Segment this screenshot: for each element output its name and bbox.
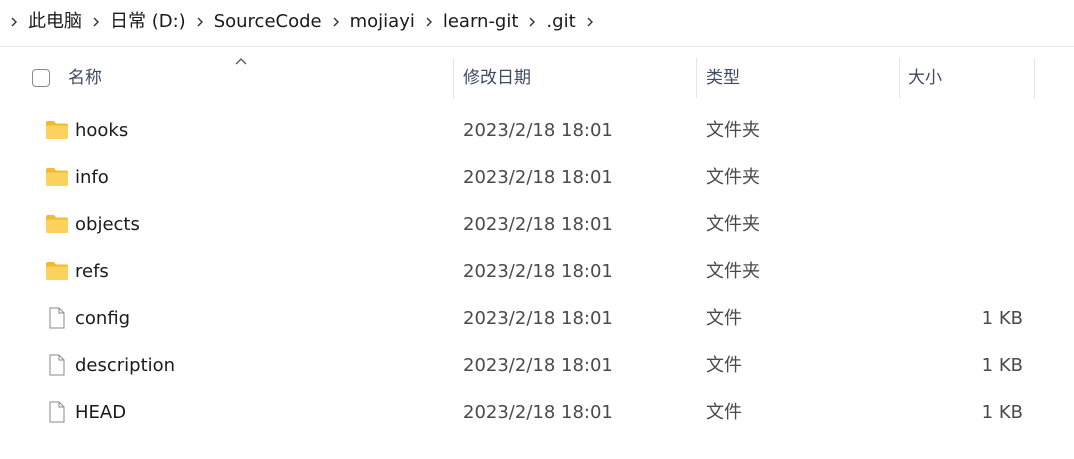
folder-icon xyxy=(46,262,68,280)
folder-icon xyxy=(46,168,68,186)
file-size: 1 KB xyxy=(981,308,1023,329)
file-type: 文件夹 xyxy=(706,261,760,282)
breadcrumb-item-this-pc[interactable]: 此电脑 xyxy=(26,0,84,44)
file-name: HEAD xyxy=(75,402,127,423)
file-date: 2023/2/18 18:01 xyxy=(463,402,613,423)
breadcrumb-item-mojiayi[interactable]: mojiayi xyxy=(348,0,417,44)
folder-icon xyxy=(46,121,68,139)
file-name: config xyxy=(75,308,131,329)
column-header-type[interactable]: 类型 xyxy=(706,56,740,100)
sort-ascending-icon xyxy=(235,58,247,65)
file-name: description xyxy=(75,355,176,376)
file-row[interactable]: hooks 2023/2/18 18:01 文件夹 xyxy=(0,107,1074,154)
folder-icon xyxy=(46,215,68,233)
file-size: 1 KB xyxy=(981,355,1023,376)
file-icon xyxy=(49,307,65,329)
file-row[interactable]: info 2023/2/18 18:01 文件夹 xyxy=(0,154,1074,201)
column-divider[interactable] xyxy=(453,58,454,98)
column-header-date[interactable]: 修改日期 xyxy=(463,56,531,100)
chevron-right-icon[interactable] xyxy=(194,0,206,44)
file-row[interactable]: description 2023/2/18 18:01 文件 1 KB xyxy=(0,342,1074,389)
breadcrumb-divider xyxy=(0,46,1074,47)
chevron-right-icon[interactable] xyxy=(8,0,20,44)
file-name: refs xyxy=(75,261,109,282)
file-type: 文件 xyxy=(706,402,742,423)
file-name: objects xyxy=(75,214,140,235)
column-divider[interactable] xyxy=(696,58,697,98)
column-divider[interactable] xyxy=(899,58,900,98)
file-name: hooks xyxy=(75,120,129,141)
file-row[interactable]: refs 2023/2/18 18:01 文件夹 xyxy=(0,248,1074,295)
chevron-right-icon[interactable] xyxy=(423,0,435,44)
column-header-size[interactable]: 大小 xyxy=(908,56,942,100)
file-row[interactable]: HEAD 2023/2/18 18:01 文件 1 KB xyxy=(0,389,1074,436)
breadcrumb-item-learn-git[interactable]: learn-git xyxy=(441,0,521,44)
column-header-name[interactable]: 名称 xyxy=(68,56,102,100)
breadcrumb-item-sourcecode[interactable]: SourceCode xyxy=(212,0,324,44)
file-type: 文件夹 xyxy=(706,167,760,188)
file-date: 2023/2/18 18:01 xyxy=(463,308,613,329)
file-icon xyxy=(49,401,65,423)
chevron-right-icon[interactable] xyxy=(90,0,102,44)
file-name: info xyxy=(75,167,109,188)
file-type: 文件夹 xyxy=(706,214,760,235)
file-row[interactable]: objects 2023/2/18 18:01 文件夹 xyxy=(0,201,1074,248)
file-type: 文件 xyxy=(706,308,742,329)
select-all-checkbox[interactable] xyxy=(32,69,50,87)
file-type: 文件 xyxy=(706,355,742,376)
chevron-right-icon[interactable] xyxy=(330,0,342,44)
chevron-right-icon[interactable] xyxy=(584,0,596,44)
breadcrumb-item-drive-d[interactable]: 日常 (D:) xyxy=(108,0,188,44)
breadcrumb: 此电脑 日常 (D:) SourceCode mojiayi learn-git… xyxy=(0,0,1074,44)
column-divider[interactable] xyxy=(1034,58,1035,98)
file-icon xyxy=(49,354,65,376)
chevron-right-icon[interactable] xyxy=(526,0,538,44)
file-size: 1 KB xyxy=(981,402,1023,423)
column-header: 名称 修改日期 类型 大小 xyxy=(0,56,1074,100)
file-date: 2023/2/18 18:01 xyxy=(463,214,613,235)
file-type: 文件夹 xyxy=(706,120,760,141)
file-date: 2023/2/18 18:01 xyxy=(463,120,613,141)
file-date: 2023/2/18 18:01 xyxy=(463,261,613,282)
file-date: 2023/2/18 18:01 xyxy=(463,355,613,376)
breadcrumb-item-git[interactable]: .git xyxy=(544,0,577,44)
file-date: 2023/2/18 18:01 xyxy=(463,167,613,188)
file-row[interactable]: config 2023/2/18 18:01 文件 1 KB xyxy=(0,295,1074,342)
